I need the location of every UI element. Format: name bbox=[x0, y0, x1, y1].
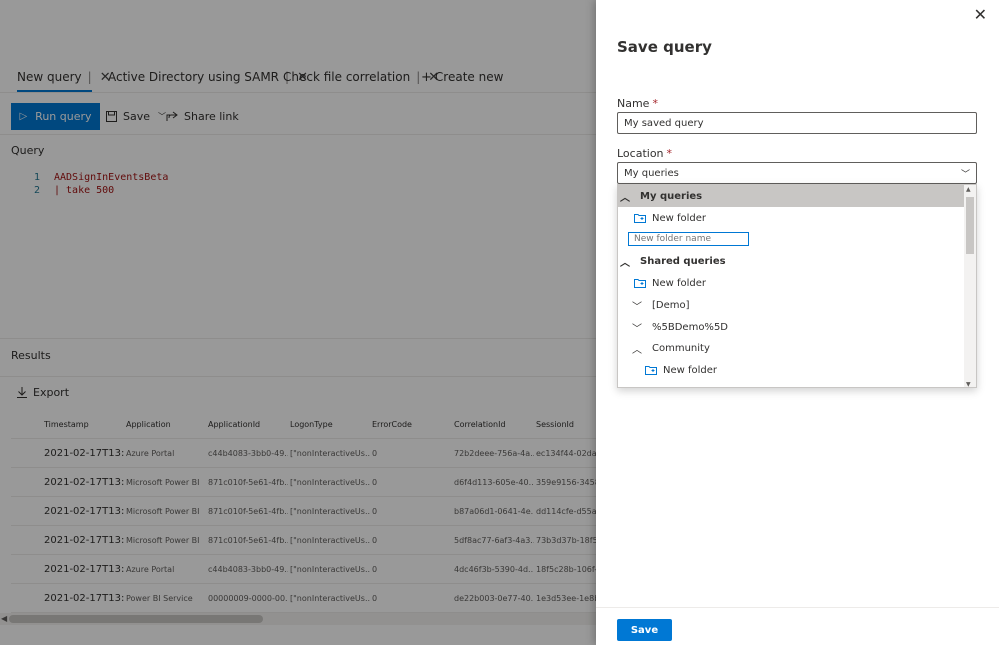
tree-item-label: New folder bbox=[663, 364, 718, 376]
location-dropdown-list: ︿ My queries New folder ︿ Shared queries… bbox=[617, 184, 977, 388]
panel-footer-divider bbox=[596, 607, 999, 608]
chevron-down-icon: ﹀ bbox=[960, 170, 970, 180]
required-mark: * bbox=[652, 97, 658, 110]
tree-item-label: New folder bbox=[652, 212, 707, 224]
tree-item-new-folder[interactable]: New folder bbox=[618, 359, 966, 381]
required-mark: * bbox=[666, 147, 673, 160]
save-button[interactable]: Save bbox=[617, 619, 672, 641]
tree-item-demo-encoded[interactable]: ﹀ %5BDemo%5D bbox=[618, 316, 966, 338]
tree-item-label: [Demo] bbox=[652, 299, 690, 311]
tree-item-label: %5BDemo%5D bbox=[652, 321, 729, 333]
tree-item-new-folder[interactable]: New folder bbox=[618, 272, 966, 294]
dropdown-scrollbar[interactable]: ▲ ▼ bbox=[964, 185, 976, 387]
panel-title: Save query bbox=[617, 38, 712, 56]
save-query-panel: ✕ Save query Name* Location* My queries … bbox=[596, 0, 999, 645]
chevron-down-icon: ﹀ bbox=[632, 323, 642, 335]
chevron-up-icon: ︿ bbox=[620, 257, 630, 269]
location-selected-value: My queries bbox=[624, 167, 679, 179]
location-label: Location * bbox=[617, 147, 672, 160]
chevron-up-icon: ︿ bbox=[620, 192, 630, 204]
modal-overlay[interactable] bbox=[0, 0, 596, 645]
new-folder-icon bbox=[645, 366, 657, 375]
chevron-up-icon: ︿ bbox=[632, 344, 642, 356]
tree-item-label: Shared queries bbox=[640, 255, 726, 267]
name-label-text: Name bbox=[617, 97, 650, 110]
tree-item-shared-queries[interactable]: ︿ Shared queries bbox=[618, 250, 966, 272]
scrollbar-thumb[interactable] bbox=[966, 197, 974, 254]
tree-item-label: New folder bbox=[652, 277, 707, 289]
tree-item-my-queries[interactable]: ︿ My queries bbox=[618, 185, 966, 207]
close-icon[interactable]: ✕ bbox=[974, 5, 987, 24]
new-folder-name-input[interactable] bbox=[628, 232, 749, 246]
scroll-up-icon[interactable]: ▲ bbox=[966, 186, 971, 193]
new-folder-icon bbox=[634, 279, 646, 288]
query-name-input[interactable] bbox=[617, 112, 977, 134]
tree-item-label: My queries bbox=[640, 190, 703, 202]
chevron-down-icon: ﹀ bbox=[632, 301, 642, 313]
new-folder-icon bbox=[634, 214, 646, 223]
location-label-text: Location bbox=[617, 147, 664, 160]
tree-item-new-folder[interactable]: New folder bbox=[618, 207, 966, 229]
name-label: Name * bbox=[617, 97, 658, 110]
tree-item-community[interactable]: ︿ Community bbox=[618, 337, 966, 359]
tree-item-label: Community bbox=[652, 342, 710, 354]
location-dropdown[interactable]: My queries ﹀ bbox=[617, 162, 977, 184]
scroll-down-icon[interactable]: ▼ bbox=[966, 381, 971, 387]
tree-item-demo[interactable]: ﹀ [Demo] bbox=[618, 294, 966, 316]
